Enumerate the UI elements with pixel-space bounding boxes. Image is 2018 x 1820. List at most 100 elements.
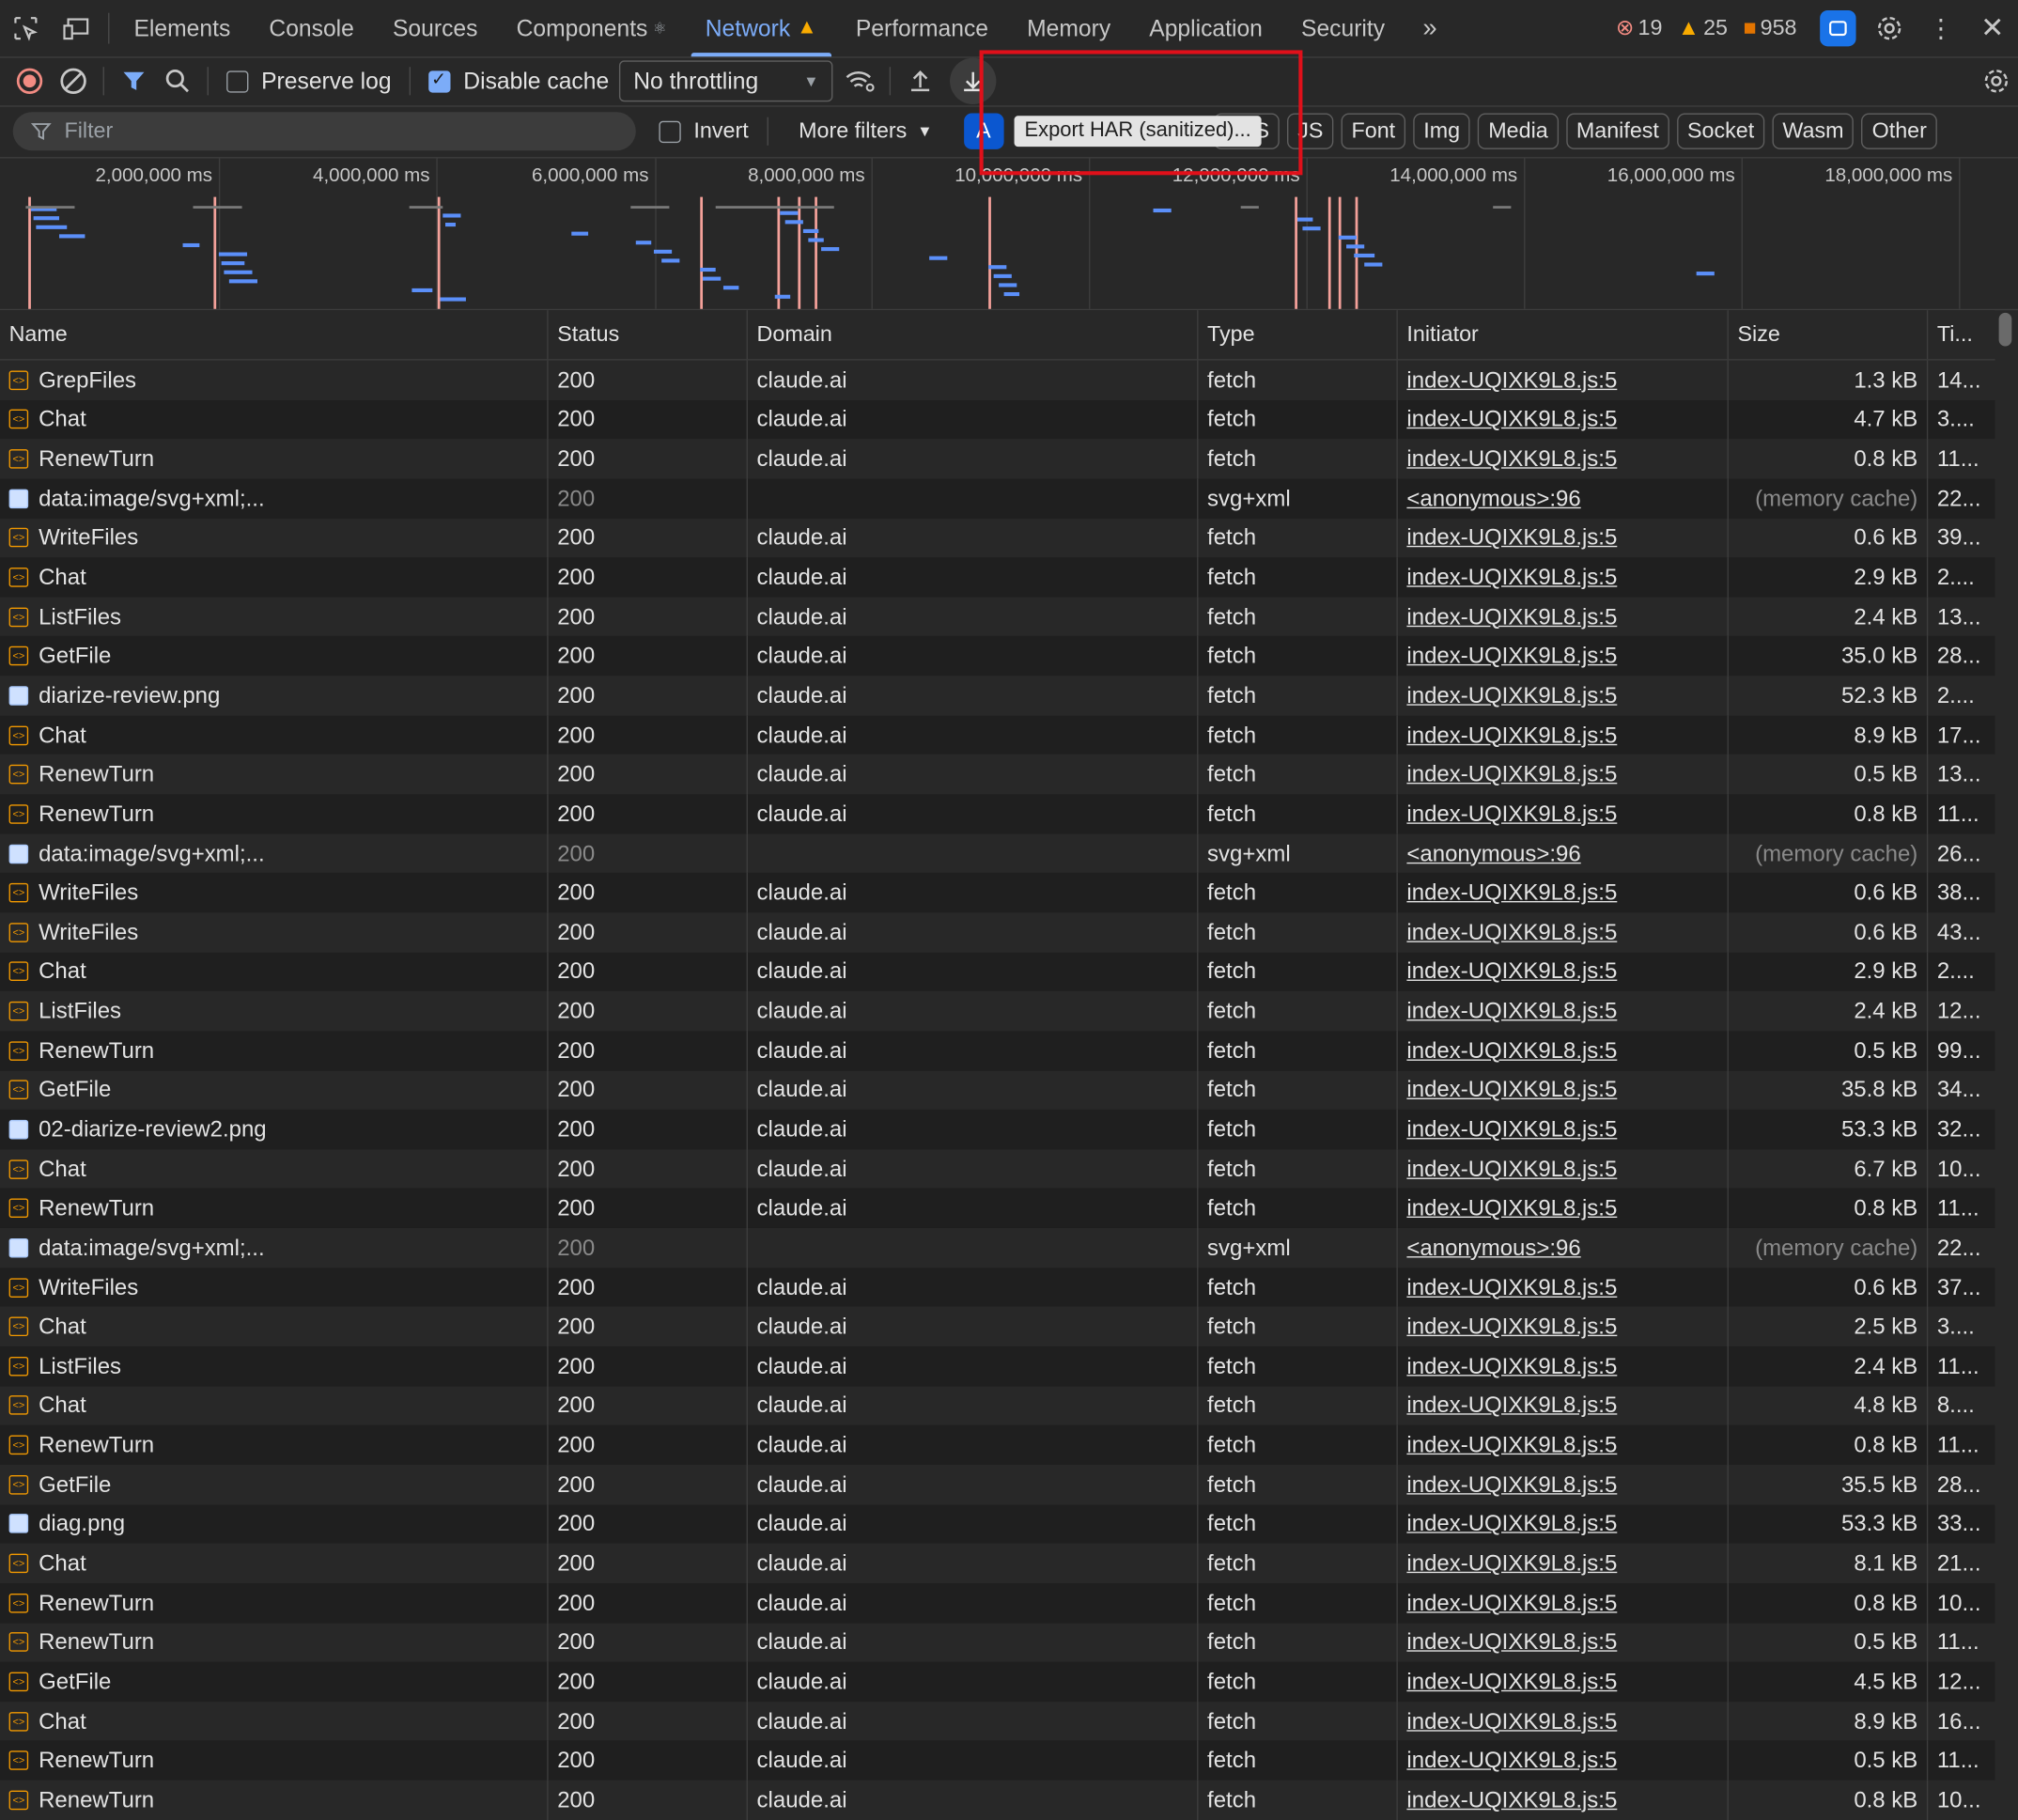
request-initiator-cell[interactable]: index-UQIXK9L8.js:5 — [1398, 597, 1729, 637]
request-initiator-cell[interactable]: index-UQIXK9L8.js:5 — [1398, 912, 1729, 953]
request-initiator[interactable]: index-UQIXK9L8.js:5 — [1406, 406, 1617, 433]
column-header-domain[interactable]: Domain — [748, 310, 1199, 360]
request-initiator-cell[interactable]: index-UQIXK9L8.js:5 — [1398, 1149, 1729, 1190]
table-row[interactable]: data:image/svg+xml;... 200 svg+xml <anonymo… — [0, 478, 1995, 519]
table-row[interactable]: <> ListFiles 200 claude.ai fetch index-UQIXK9… — [0, 991, 1995, 1032]
request-initiator[interactable]: index-UQIXK9L8.js:5 — [1406, 603, 1617, 630]
request-initiator[interactable]: index-UQIXK9L8.js:5 — [1406, 879, 1617, 907]
table-row[interactable]: <> GrepFiles 200 claude.ai fetch index-UQIXK9… — [0, 360, 1995, 400]
tab-network[interactable]: Network ▲ — [686, 0, 836, 57]
request-initiator-cell[interactable]: index-UQIXK9L8.js:5 — [1398, 1740, 1729, 1781]
request-initiator-cell[interactable]: index-UQIXK9L8.js:5 — [1398, 952, 1729, 992]
request-initiator-cell[interactable]: index-UQIXK9L8.js:5 — [1398, 1661, 1729, 1702]
search-icon[interactable] — [156, 56, 200, 105]
request-initiator[interactable]: index-UQIXK9L8.js:5 — [1406, 682, 1617, 709]
filter-input[interactable]: Filter — [12, 112, 636, 151]
request-initiator[interactable]: index-UQIXK9L8.js:5 — [1406, 1353, 1617, 1380]
table-row[interactable]: <> Chat 200 claude.ai fetch index-UQIXK9L8.js… — [0, 1701, 1995, 1741]
network-settings-gear-icon[interactable] — [1975, 56, 2018, 105]
request-initiator-cell[interactable]: index-UQIXK9L8.js:5 — [1398, 439, 1729, 479]
request-initiator[interactable]: index-UQIXK9L8.js:5 — [1406, 1590, 1617, 1617]
column-header-size[interactable]: Size — [1729, 310, 1929, 360]
request-initiator-cell[interactable]: index-UQIXK9L8.js:5 — [1398, 557, 1729, 598]
request-initiator-cell[interactable]: index-UQIXK9L8.js:5 — [1398, 1307, 1729, 1347]
table-row[interactable]: <> Chat 200 claude.ai fetch index-UQIXK9L8.js… — [0, 1149, 1995, 1190]
table-row[interactable]: <> RenewTurn 200 claude.ai fetch index-UQIXK9… — [0, 1780, 1995, 1820]
request-initiator-cell[interactable]: index-UQIXK9L8.js:5 — [1398, 399, 1729, 440]
request-initiator-cell[interactable]: index-UQIXK9L8.js:5 — [1398, 1701, 1729, 1741]
disable-cache-checkbox[interactable]: Disable cache — [428, 68, 609, 95]
column-header-name[interactable]: Name — [0, 310, 549, 360]
table-row[interactable]: data:image/svg+xml;... 200 svg+xml <anonymo… — [0, 833, 1995, 874]
import-har-icon[interactable] — [898, 56, 942, 105]
checkbox-box[interactable] — [659, 120, 681, 143]
tab-performance[interactable]: Performance — [836, 0, 1007, 56]
request-initiator[interactable]: <anonymous>:96 — [1406, 1235, 1580, 1262]
table-row[interactable]: <> Chat 200 claude.ai fetch index-UQIXK9L8.js… — [0, 557, 1995, 598]
request-initiator-cell[interactable]: index-UQIXK9L8.js:5 — [1398, 1464, 1729, 1504]
settings-gear-icon[interactable] — [1864, 0, 1916, 56]
request-initiator-cell[interactable]: index-UQIXK9L8.js:5 — [1398, 636, 1729, 677]
chip-other[interactable]: Other — [1861, 113, 1937, 149]
chip-socket[interactable]: Socket — [1677, 113, 1765, 149]
table-row[interactable]: <> RenewTurn 200 claude.ai fetch index-UQIXK9… — [0, 1189, 1995, 1229]
table-row[interactable]: <> ListFiles 200 claude.ai fetch index-UQIXK9… — [0, 597, 1995, 637]
table-row[interactable]: <> Chat 200 claude.ai fetch index-UQIXK9L8.js… — [0, 1386, 1995, 1425]
error-count-badge[interactable]: ⊗ 19 — [1616, 15, 1663, 40]
tab-security[interactable]: Security — [1281, 0, 1404, 56]
request-initiator[interactable]: index-UQIXK9L8.js:5 — [1406, 1116, 1617, 1143]
table-row[interactable]: <> GetFile 200 claude.ai fetch index-UQIXK9L8… — [0, 636, 1995, 677]
request-initiator-cell[interactable]: index-UQIXK9L8.js:5 — [1398, 1031, 1729, 1071]
request-initiator-cell[interactable]: index-UQIXK9L8.js:5 — [1398, 1070, 1729, 1111]
request-initiator-cell[interactable]: index-UQIXK9L8.js:5 — [1398, 1503, 1729, 1544]
column-header-type[interactable]: Type — [1198, 310, 1398, 360]
kebab-menu-icon[interactable]: ⋮ — [1916, 0, 1967, 56]
preserve-log-checkbox[interactable]: Preserve log — [226, 68, 392, 95]
request-initiator-cell[interactable]: index-UQIXK9L8.js:5 — [1398, 1424, 1729, 1465]
table-row[interactable]: <> GetFile 200 claude.ai fetch index-UQIXK9L8… — [0, 1464, 1995, 1504]
request-initiator[interactable]: index-UQIXK9L8.js:5 — [1406, 1471, 1617, 1499]
network-conditions-icon[interactable] — [838, 56, 882, 105]
request-initiator-cell[interactable]: index-UQIXK9L8.js:5 — [1398, 873, 1729, 913]
request-initiator[interactable]: index-UQIXK9L8.js:5 — [1406, 1707, 1617, 1734]
request-initiator-cell[interactable]: index-UQIXK9L8.js:5 — [1398, 1268, 1729, 1308]
table-row[interactable]: <> Chat 200 claude.ai fetch index-UQIXK9L8.js… — [0, 952, 1995, 992]
request-initiator-cell[interactable]: <anonymous>:96 — [1398, 1228, 1729, 1268]
table-row[interactable]: <> WriteFiles 200 claude.ai fetch index-UQIXK… — [0, 518, 1995, 558]
request-initiator[interactable]: index-UQIXK9L8.js:5 — [1406, 564, 1617, 591]
table-row[interactable]: diag.png 200 claude.ai fetch index-UQIXK9L8.… — [0, 1503, 1995, 1544]
request-initiator[interactable]: index-UQIXK9L8.js:5 — [1406, 1156, 1617, 1183]
request-initiator-cell[interactable]: index-UQIXK9L8.js:5 — [1398, 360, 1729, 400]
request-initiator[interactable]: index-UQIXK9L8.js:5 — [1406, 1628, 1617, 1656]
request-initiator[interactable]: index-UQIXK9L8.js:5 — [1406, 722, 1617, 749]
table-row[interactable]: data:image/svg+xml;... 200 svg+xml <anonymo… — [0, 1228, 1995, 1268]
checkbox-box[interactable] — [226, 70, 249, 92]
table-row[interactable]: <> RenewTurn 200 claude.ai fetch index-UQIXK9… — [0, 439, 1995, 479]
table-row[interactable]: diarize-review.png 200 claude.ai fetch index… — [0, 676, 1995, 716]
request-initiator-cell[interactable]: index-UQIXK9L8.js:5 — [1398, 518, 1729, 558]
issues-count-badge[interactable]: ■ 958 — [1743, 15, 1796, 40]
request-initiator[interactable]: index-UQIXK9L8.js:5 — [1406, 1274, 1617, 1301]
request-initiator[interactable]: index-UQIXK9L8.js:5 — [1406, 366, 1617, 394]
table-row[interactable]: <> GetFile 200 claude.ai fetch index-UQIXK9L8… — [0, 1070, 1995, 1111]
request-initiator[interactable]: index-UQIXK9L8.js:5 — [1406, 958, 1617, 986]
request-initiator-cell[interactable]: index-UQIXK9L8.js:5 — [1398, 1386, 1729, 1425]
device-toolbar-icon[interactable] — [52, 0, 103, 56]
checkbox-box[interactable] — [428, 68, 451, 92]
request-initiator-cell[interactable]: index-UQIXK9L8.js:5 — [1398, 1189, 1729, 1229]
table-row[interactable]: <> RenewTurn 200 claude.ai fetch index-UQIXK9… — [0, 754, 1995, 795]
request-initiator[interactable]: index-UQIXK9L8.js:5 — [1406, 1195, 1617, 1222]
request-initiator[interactable]: index-UQIXK9L8.js:5 — [1406, 643, 1617, 670]
request-initiator-cell[interactable]: index-UQIXK9L8.js:5 — [1398, 991, 1729, 1032]
more-filters-dropdown[interactable]: More filters ▼ — [799, 118, 932, 144]
request-initiator[interactable]: index-UQIXK9L8.js:5 — [1406, 1668, 1617, 1695]
request-initiator-cell[interactable]: <anonymous>:96 — [1398, 833, 1729, 874]
request-initiator-cell[interactable]: index-UQIXK9L8.js:5 — [1398, 715, 1729, 755]
request-initiator-cell[interactable]: index-UQIXK9L8.js:5 — [1398, 676, 1729, 716]
request-initiator[interactable]: index-UQIXK9L8.js:5 — [1406, 1786, 1617, 1813]
table-row[interactable]: <> Chat 200 claude.ai fetch index-UQIXK9L8.js… — [0, 399, 1995, 440]
request-initiator-cell[interactable]: index-UQIXK9L8.js:5 — [1398, 1622, 1729, 1662]
request-initiator[interactable]: index-UQIXK9L8.js:5 — [1406, 445, 1617, 473]
inspect-element-icon[interactable] — [0, 0, 52, 56]
network-overview-timeline[interactable]: 2,000,000 ms 4,000,000 ms 6,000,000 ms 8,00… — [0, 158, 2018, 311]
